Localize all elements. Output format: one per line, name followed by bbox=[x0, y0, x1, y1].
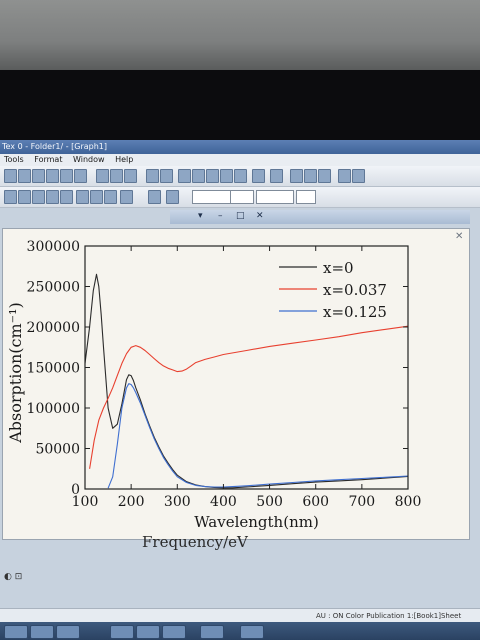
toolbar-button[interactable] bbox=[148, 190, 161, 204]
y-tick-label: 250000 bbox=[27, 280, 80, 296]
taskbar bbox=[0, 622, 480, 640]
toolbar-button[interactable] bbox=[160, 169, 173, 183]
toolbar-button[interactable] bbox=[4, 169, 17, 183]
menu-format[interactable]: Format bbox=[34, 155, 62, 164]
x-axis-label: Wavelength(nm) bbox=[194, 513, 319, 531]
format-toolbar bbox=[0, 187, 480, 208]
x-tick-label: 800 bbox=[395, 494, 422, 510]
graph-window-titlebar bbox=[170, 210, 470, 224]
series-line-2 bbox=[107, 383, 409, 489]
window-menu-icon[interactable]: ▾ bbox=[198, 211, 203, 221]
menu-window[interactable]: Window bbox=[73, 155, 105, 164]
chart: 100 200 300 400 500 600 700 8000500001000001500… bbox=[6, 239, 422, 531]
taskbar-button[interactable] bbox=[162, 625, 186, 639]
toolbar-button[interactable] bbox=[304, 169, 317, 183]
toolbar-button[interactable] bbox=[338, 169, 351, 183]
toolbar-button[interactable] bbox=[290, 169, 303, 183]
y-tick-label: 0 bbox=[71, 482, 80, 498]
taskbar-button[interactable] bbox=[110, 625, 134, 639]
taskbar-button[interactable] bbox=[200, 625, 224, 639]
y-axis-label: Absorption(cm⁻¹) bbox=[6, 302, 25, 444]
taskbar-button[interactable] bbox=[240, 625, 264, 639]
layer-close-icon[interactable]: ✕ bbox=[455, 231, 463, 242]
toolbar-button[interactable] bbox=[74, 169, 87, 183]
toolbar-combo[interactable] bbox=[296, 190, 316, 204]
standard-toolbar bbox=[0, 166, 480, 187]
monitor-bezel bbox=[0, 70, 480, 142]
toolbar-combo[interactable] bbox=[192, 190, 234, 204]
toolbar-button[interactable] bbox=[96, 169, 109, 183]
toolbar-button[interactable] bbox=[18, 169, 31, 183]
legend-label: x=0.125 bbox=[323, 303, 387, 321]
toolbar-combo[interactable] bbox=[256, 190, 294, 204]
y-tick-label: 200000 bbox=[27, 320, 80, 336]
graph-page[interactable]: 100 200 300 400 500 600 700 800 0 50000 100000 1500… bbox=[2, 228, 470, 540]
toolbar-button[interactable] bbox=[234, 169, 247, 183]
status-text: AU : ON Color Publication 1:[Book1]Sheet bbox=[316, 612, 462, 620]
status-bar: AU : ON Color Publication 1:[Book1]Sheet bbox=[0, 608, 480, 623]
toolbar-button[interactable] bbox=[166, 190, 179, 204]
toolbar-combo[interactable] bbox=[230, 190, 254, 204]
legend-label: x=0.037 bbox=[323, 281, 387, 299]
taskbar-button[interactable] bbox=[4, 625, 28, 639]
toolbar-button[interactable] bbox=[178, 169, 191, 183]
toolbar-button[interactable] bbox=[60, 169, 73, 183]
toolbar-button[interactable] bbox=[76, 190, 89, 204]
toolbar-button[interactable] bbox=[110, 169, 123, 183]
toolbar-button[interactable] bbox=[18, 190, 31, 204]
taskbar-button[interactable] bbox=[30, 625, 54, 639]
toolbar-button[interactable] bbox=[120, 190, 133, 204]
toolbar-button[interactable] bbox=[60, 190, 73, 204]
toolbar-button[interactable] bbox=[270, 169, 283, 183]
toolbar-button[interactable] bbox=[4, 190, 17, 204]
toolbar-button[interactable] bbox=[192, 169, 205, 183]
toolbar-button[interactable] bbox=[124, 169, 137, 183]
toolbar-button[interactable] bbox=[252, 169, 265, 183]
menu-tools[interactable]: Tools bbox=[4, 155, 24, 164]
menu-help[interactable]: Help bbox=[115, 155, 133, 164]
toolbar-button[interactable] bbox=[352, 169, 365, 183]
x-tick-label: 300 bbox=[164, 494, 191, 510]
toolbar-button[interactable] bbox=[206, 169, 219, 183]
toolbar-button[interactable] bbox=[318, 169, 331, 183]
y-tick-label: 50000 bbox=[35, 442, 80, 458]
x-tick-label: 200 bbox=[118, 494, 145, 510]
menu-bar: Tools Format Window Help bbox=[0, 154, 480, 166]
toolbar-button[interactable] bbox=[32, 169, 45, 183]
photo-background-top bbox=[0, 0, 480, 70]
toolbar-button[interactable] bbox=[90, 190, 103, 204]
y-tick-label: 150000 bbox=[27, 361, 80, 377]
maximize-icon[interactable]: □ bbox=[236, 211, 245, 221]
toolbar-button[interactable] bbox=[104, 190, 117, 204]
legend-label: x=0 bbox=[323, 259, 354, 277]
x-tick-label: 500 bbox=[256, 494, 283, 510]
x-tick-label: 400 bbox=[210, 494, 237, 510]
taskbar-button[interactable] bbox=[136, 625, 160, 639]
y-tick-label: 100000 bbox=[27, 401, 80, 417]
x-tick-label: 600 bbox=[302, 494, 329, 510]
minimize-icon[interactable]: – bbox=[218, 211, 223, 221]
toolbar-button[interactable] bbox=[146, 169, 159, 183]
y-tick-label: 300000 bbox=[27, 239, 80, 255]
screen: Tex 0 - Folder1/ - [Graph1] Tools Format… bbox=[0, 140, 480, 640]
app-title: Tex 0 - Folder1/ - [Graph1] bbox=[2, 142, 107, 151]
sheet-nav-icons[interactable]: ◐ ⊡ bbox=[4, 572, 22, 582]
secondary-axis-title: Frequency/eV bbox=[142, 533, 248, 551]
taskbar-button[interactable] bbox=[56, 625, 80, 639]
app-titlebar: Tex 0 - Folder1/ - [Graph1] bbox=[0, 140, 480, 154]
x-tick-label: 700 bbox=[348, 494, 375, 510]
toolbar-button[interactable] bbox=[32, 190, 45, 204]
close-icon[interactable]: ✕ bbox=[256, 211, 264, 221]
toolbar-button[interactable] bbox=[46, 169, 59, 183]
toolbar-button[interactable] bbox=[220, 169, 233, 183]
toolbar-button[interactable] bbox=[46, 190, 59, 204]
